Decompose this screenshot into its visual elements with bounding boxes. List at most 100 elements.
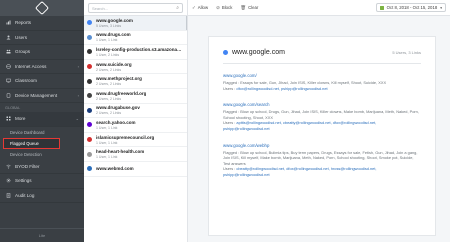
device-icon: [5, 92, 11, 98]
entry-users: Users : dfox@rollingwoodisd.net, pshipp@…: [223, 86, 421, 92]
sidebar-item-users[interactable]: Users: [0, 31, 84, 45]
list-item-title: search.yahoo.com: [96, 119, 136, 125]
sidebar-item-label: Settings: [15, 178, 32, 184]
list-item-text: islamicsupremecouncil.org 1 User, 1 Link: [96, 135, 154, 145]
block-icon: ⊘: [216, 4, 220, 10]
sidebar-item-label: Internet Access: [15, 63, 47, 69]
sidebar-subitem-flagged-queue[interactable]: Flagged Queue: [3, 137, 60, 149]
sidebar-item-label: Device Management: [15, 92, 58, 98]
site-favicon-icon: [87, 122, 92, 128]
list-item-title: www.drugs.com: [96, 32, 131, 38]
entry-users: Users : cbeatty@rollingwoodisd.net, dfox…: [223, 166, 421, 177]
list-item-text: search.yahoo.com 1 User, 1 Link: [96, 120, 136, 130]
google-favicon-icon: [223, 50, 228, 55]
sidebar-item-groups[interactable]: Groups: [0, 45, 84, 60]
sidebar-item-more[interactable]: More ⌄: [0, 112, 84, 127]
chart-icon: [5, 20, 11, 26]
list-item[interactable]: islamicsupremecouncil.org 1 User, 1 Link: [84, 133, 187, 148]
list-item-subtitle: 2 Users, 2 Links: [96, 111, 122, 116]
list-item[interactable]: lsreley-config-production.s3.amazonaws.c…: [84, 45, 187, 60]
app-logo[interactable]: [34, 0, 50, 16]
entry-users-label: Users :: [223, 85, 237, 91]
list-item[interactable]: www.suicide.org 2 Users, 2 Links: [84, 60, 187, 75]
sidebar-item-byod-filter[interactable]: BYOD Filter: [0, 160, 84, 174]
list-item[interactable]: www.drugfreeworld.org 2 Users, 2 Links: [84, 89, 187, 104]
sidebar-item-label: Classroom: [15, 78, 37, 84]
sidebar-item-device-management[interactable]: Device Management ›: [0, 89, 84, 103]
entry-url-link[interactable]: www.google.com/webhp: [223, 143, 421, 148]
classroom-icon: [5, 78, 11, 84]
list-item[interactable]: head-heart-health.com 1 User, 1 Link: [84, 147, 187, 162]
allow-button[interactable]: ✓ Allow: [192, 3, 208, 12]
site-favicon-icon: [87, 93, 92, 99]
list-item[interactable]: search.yahoo.com 1 User, 1 Link: [84, 118, 187, 133]
entry-url-link[interactable]: www.google.com/search: [223, 102, 421, 107]
list-item-text: www.google.com 5 Users, 3 Links: [96, 18, 133, 28]
logo-bar: [0, 0, 84, 16]
url-entry: www.google.com/Flagged : Essays for sale…: [223, 73, 421, 91]
sidebar-item-label: More: [15, 116, 26, 122]
list-item-title: www.drugfreeworld.org: [96, 90, 147, 96]
list-item-subtitle: 1 User, 1 Link: [96, 155, 118, 160]
log-icon: [5, 192, 11, 198]
list-item[interactable]: www.drugabuse.gov 2 Users, 2 Links: [84, 104, 187, 119]
detail-title: www.google.com: [232, 49, 285, 56]
list-item-subtitle: 2 Users, 2 Links: [96, 96, 122, 101]
list-item[interactable]: www.webmd.com: [84, 162, 187, 177]
chevron-down-icon: ⌄: [75, 116, 79, 122]
list-item-text: www.drugabuse.gov 2 Users, 2 Links: [96, 105, 140, 115]
site-favicon-icon: [87, 78, 92, 84]
block-button[interactable]: ⊘ Block: [216, 3, 232, 12]
sidebar-item-audit-log[interactable]: Audit Log: [0, 189, 84, 203]
sidebar-item-settings[interactable]: Settings: [0, 174, 84, 189]
entry-url-link[interactable]: www.google.com/: [223, 73, 421, 78]
list-item[interactable]: www.google.com 5 Users, 3 Links: [84, 16, 187, 31]
url-entry: www.google.com/search Flagged : Blow up s…: [223, 102, 421, 131]
sidebar-subitem-device-detection[interactable]: Device Detection: [0, 149, 84, 160]
wifi-icon: [5, 163, 11, 169]
section-label-global: GLOBAL: [5, 105, 21, 110]
site-favicon-icon: [87, 34, 92, 40]
date-range-picker[interactable]: Oct 8, 2018 - Oct 15, 2018 ▾: [375, 3, 446, 12]
date-range-label: Oct 8, 2018 - Oct 15, 2018: [386, 5, 438, 10]
list-item-subtitle: 1 User, 1 Link: [96, 140, 118, 145]
sidebar-item-label: BYOD Filter: [15, 163, 40, 169]
block-label: Block: [221, 5, 233, 10]
detail-panel: www.google.com 5 Users, 3 Links www.goog…: [188, 16, 450, 242]
entry-users-list[interactable]: apitts@rollingwoodisd.net, cbeatty@rolli…: [223, 120, 376, 131]
list-item-text: www.methproject.org 2 Users, 2 Links: [96, 76, 142, 86]
list-item-title: head-heart-health.com: [96, 149, 145, 155]
list-item-text: head-heart-health.com 1 User, 1 Link: [96, 149, 144, 159]
site-favicon-icon: [87, 137, 92, 143]
sidebar-item-label: Reports: [15, 20, 32, 26]
trash-icon: 🗑: [240, 4, 247, 10]
sidebar-footer[interactable]: Lite: [0, 228, 84, 242]
list-search: Search... ⌕: [84, 0, 187, 16]
site-favicon-icon: [87, 166, 92, 172]
list-item-subtitle: 2 Users, 2 Links: [96, 67, 122, 72]
list-item-text: www.drugs.com 1 User, 1 Link: [96, 32, 131, 42]
sidebar-item-classroom[interactable]: Classroom: [0, 74, 84, 89]
sidebar-item-label: Users: [15, 34, 27, 40]
entry-users-list[interactable]: cbeatty@rollingwoodisd.net, dfox@rolling…: [223, 166, 377, 177]
entry-users-list[interactable]: dfox@rollingwoodisd.net, pshipp@rollingw…: [236, 86, 327, 91]
list-item[interactable]: www.drugs.com 1 User, 1 Link: [84, 31, 187, 46]
sidebar-subitem-device-dashboard[interactable]: Device Dashboard: [0, 127, 84, 138]
sidebar-item-reports[interactable]: Reports: [0, 16, 84, 31]
chevron-down-icon: ▾: [440, 5, 442, 10]
list-item-text: www.suicide.org 2 Users, 2 Links: [96, 62, 132, 72]
allow-label: Allow: [197, 5, 209, 10]
chevron-right-icon: ›: [77, 92, 79, 98]
search-icon: ⌕: [176, 5, 179, 11]
list-item-title: www.methproject.org: [96, 76, 142, 82]
search-input[interactable]: Search... ⌕: [88, 3, 183, 13]
list-item[interactable]: www.methproject.org 2 Users, 2 Links: [84, 74, 187, 89]
sidebar-item-internet-access[interactable]: Internet Access ›: [0, 60, 84, 74]
list-item-title: islamicsupremecouncil.org: [96, 134, 155, 140]
groups-icon: [5, 49, 11, 55]
calendar-icon: [379, 5, 384, 10]
chevron-right-icon: ›: [77, 63, 79, 69]
sidebar: Reports Users Groups Internet Access › C…: [0, 0, 84, 242]
detail-header: www.google.com 5 Users, 3 Links: [223, 49, 421, 64]
clear-button[interactable]: 🗑 Clear: [240, 3, 258, 12]
